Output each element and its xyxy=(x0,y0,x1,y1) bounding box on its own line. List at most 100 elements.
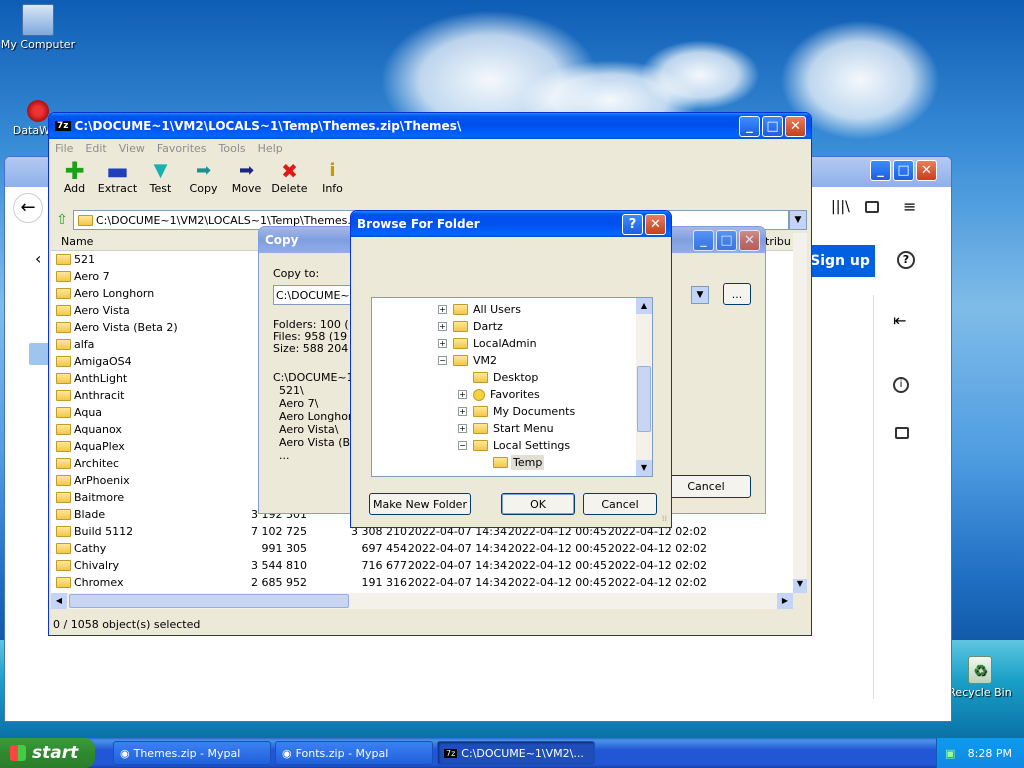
browse-button[interactable]: ... xyxy=(723,283,751,305)
task-zip-window[interactable]: 7z C:\DOCUME~1\VM2\... xyxy=(437,741,595,765)
horizontal-scrollbar[interactable]: ◀ ▶ xyxy=(51,593,793,609)
menu-view[interactable]: View xyxy=(119,142,145,155)
resize-grip[interactable]: ⁞⁞ xyxy=(662,514,667,523)
add-icon: ✚ xyxy=(64,157,85,185)
minimize-button[interactable]: _ xyxy=(870,160,891,181)
ok-button[interactable]: OK xyxy=(501,493,575,515)
task-themes-zip[interactable]: ◉ Themes.zip - Mypal xyxy=(113,741,271,765)
tree-scroll-thumb[interactable] xyxy=(637,366,651,432)
tree-expander-icon[interactable]: − xyxy=(458,441,467,450)
start-button[interactable]: start xyxy=(0,738,95,768)
vertical-scrollbar[interactable]: ▼ xyxy=(793,233,807,593)
test-button[interactable]: ▼ Test xyxy=(139,160,182,195)
make-new-folder-button[interactable]: Make New Folder xyxy=(369,493,471,515)
path-dropdown-button[interactable]: ▼ xyxy=(789,210,807,230)
desktop-icon-recycle-bin[interactable]: ♻ Recycle Bin xyxy=(942,656,1018,699)
network-icon[interactable]: ▣ xyxy=(945,747,955,760)
scroll-right-icon[interactable]: ▶ xyxy=(777,593,793,609)
tree-expander-icon[interactable]: + xyxy=(458,390,467,399)
folder-tree[interactable]: + All Users + Dartz + LocalAdmin − VM2 Desktop + F… xyxy=(371,297,653,477)
tree-item[interactable]: − Local Settings xyxy=(372,437,636,454)
file-row[interactable]: Chivalry 3 544 810 716 677 2022-04-07 14:34… xyxy=(51,557,793,574)
menu-file[interactable]: File xyxy=(55,142,73,155)
tree-expander-icon[interactable]: + xyxy=(438,305,447,314)
copy-to-dropdown-button[interactable]: ▼ xyxy=(691,286,709,304)
tree-item[interactable]: + LocalAdmin xyxy=(372,335,636,352)
signup-button[interactable]: Sign up xyxy=(805,245,875,277)
close-button[interactable]: ✕ xyxy=(785,116,806,137)
sky-cloud xyxy=(640,40,760,110)
menu-icon[interactable]: ≡ xyxy=(903,197,916,216)
tree-item-label: Local Settings xyxy=(493,439,571,452)
add-button[interactable]: ✚ Add xyxy=(53,157,96,195)
tree-expander-icon[interactable]: − xyxy=(438,356,447,365)
library-icon[interactable]: |||\ xyxy=(831,199,850,215)
tree-vertical-scrollbar[interactable]: ▲ ▼ xyxy=(636,298,652,476)
info-button[interactable]: i Info xyxy=(311,160,354,195)
maximize-button[interactable]: □ xyxy=(893,160,914,181)
tree-expander-icon[interactable]: + xyxy=(458,424,467,433)
close-button[interactable]: ✕ xyxy=(739,230,760,251)
extract-button[interactable]: ▬ Extract xyxy=(96,159,139,195)
tree-expander-icon[interactable]: + xyxy=(438,322,447,331)
scroll-down-icon[interactable]: ▼ xyxy=(793,579,807,593)
copy-to-input[interactable]: C:\DOCUME~1 xyxy=(273,285,353,305)
close-button[interactable]: ✕ xyxy=(916,160,937,181)
sidebar-icon[interactable] xyxy=(865,201,879,213)
move-button[interactable]: ➡ Move xyxy=(225,160,268,195)
help-button[interactable]: ? xyxy=(622,214,643,235)
tree-item[interactable]: + My Documents xyxy=(372,403,636,420)
collapse-icon[interactable]: ⇤ xyxy=(893,311,906,330)
copy-button[interactable]: ➡ Copy xyxy=(182,160,225,195)
help-icon[interactable]: ? xyxy=(897,251,915,269)
tree-item[interactable]: Desktop xyxy=(372,369,636,386)
file-row[interactable]: Cathy 991 305 697 454 2022-04-07 14:34 2022-… xyxy=(51,540,793,557)
app-icon xyxy=(27,100,49,122)
scroll-up-icon[interactable]: ▲ xyxy=(636,298,652,314)
browse-for-folder-dialog: Browse For Folder ? ✕ + All Users + Dartz + L… xyxy=(350,210,672,528)
tree-expander-icon[interactable]: + xyxy=(458,407,467,416)
browse-dialog-titlebar[interactable]: Browse For Folder ? ✕ xyxy=(351,211,671,237)
scroll-left-icon[interactable]: ◀ xyxy=(51,593,67,609)
tree-item[interactable]: + All Users xyxy=(372,301,636,318)
scroll-thumb[interactable] xyxy=(69,594,349,608)
file-name: alfa xyxy=(74,338,95,351)
cancel-button[interactable]: Cancel xyxy=(583,493,657,515)
windows-logo-icon xyxy=(10,745,26,761)
delete-button[interactable]: ✖ Delete xyxy=(268,160,311,195)
clock[interactable]: 8:28 PM xyxy=(968,747,1012,760)
maximize-button[interactable]: □ xyxy=(762,116,783,137)
menu-favorites[interactable]: Favorites xyxy=(157,142,207,155)
tree-item[interactable]: + Favorites xyxy=(372,386,636,403)
chevron-left-icon[interactable]: ‹ xyxy=(35,249,41,268)
scroll-down-icon[interactable]: ▼ xyxy=(636,460,652,476)
menu-tools[interactable]: Tools xyxy=(219,142,246,155)
tree-item-label: All Users xyxy=(473,303,521,316)
close-button[interactable]: ✕ xyxy=(645,214,666,235)
column-attributes-header[interactable]: tribu xyxy=(765,235,791,248)
zip-window-titlebar[interactable]: 7z C:\DOCUME~1\VM2\LOCALS~1\Temp\Themes.… xyxy=(49,113,811,139)
menu-edit[interactable]: Edit xyxy=(85,142,106,155)
desktop-icon-my-computer[interactable]: My Computer xyxy=(0,4,76,51)
task-fonts-zip[interactable]: ◉ Fonts.zip - Mypal xyxy=(275,741,433,765)
up-folder-icon[interactable]: ⇧ xyxy=(51,212,73,228)
copy-cancel-button[interactable]: Cancel xyxy=(661,475,751,498)
column-name-header[interactable]: Name xyxy=(51,235,211,248)
tree-expander-icon[interactable]: + xyxy=(438,339,447,348)
tree-item[interactable]: + Dartz xyxy=(372,318,636,335)
delete-icon: ✖ xyxy=(281,159,298,183)
comment-icon[interactable] xyxy=(895,427,909,439)
menu-help[interactable]: Help xyxy=(258,142,283,155)
copy-list-item: ... xyxy=(279,449,290,462)
minimize-button[interactable]: _ xyxy=(739,116,760,137)
browser-window-controls: _ □ ✕ xyxy=(870,160,937,181)
file-row[interactable]: Chromex 2 685 952 191 316 2022-04-07 14:34 2… xyxy=(51,574,793,591)
browser-back-button[interactable]: ← xyxy=(13,193,43,223)
info-icon[interactable]: i xyxy=(893,377,909,393)
maximize-button[interactable]: □ xyxy=(716,230,737,251)
tree-item[interactable]: + Start Menu xyxy=(372,420,636,437)
tree-item[interactable]: Temp xyxy=(372,454,636,471)
folder-icon xyxy=(56,509,71,520)
tree-item[interactable]: − VM2 xyxy=(372,352,636,369)
minimize-button[interactable]: _ xyxy=(693,230,714,251)
